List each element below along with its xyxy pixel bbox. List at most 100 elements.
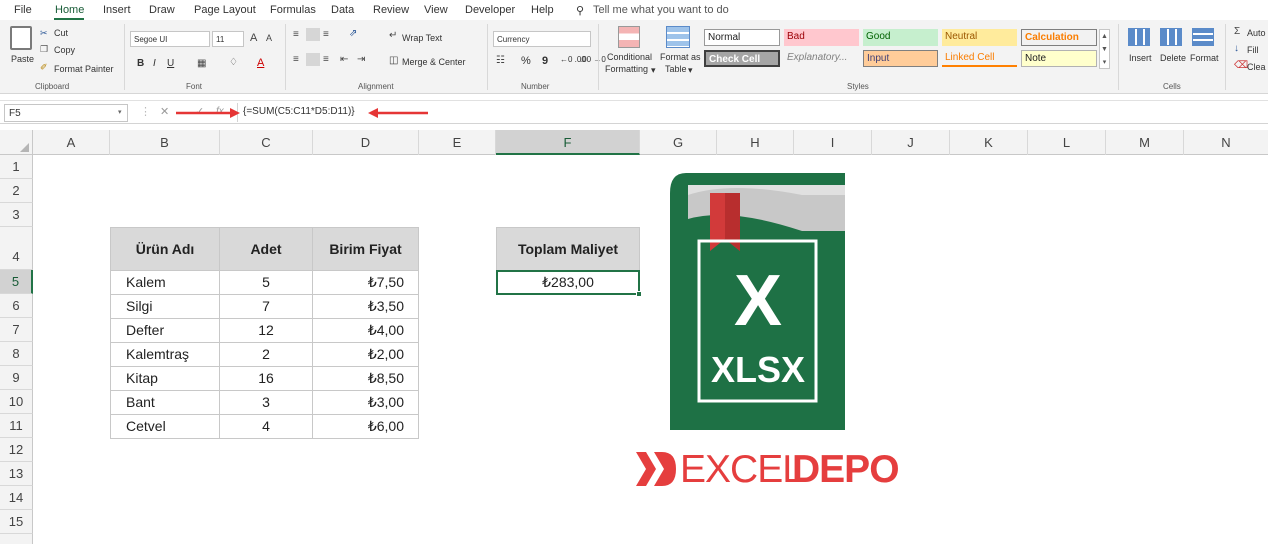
- table-cell-d5[interactable]: ₺7,50: [312, 270, 419, 295]
- cancel-icon[interactable]: ✕: [160, 105, 169, 118]
- align-middle-icon[interactable]: [306, 28, 320, 41]
- bold-button[interactable]: B: [137, 58, 144, 69]
- column-header-l[interactable]: L: [1028, 130, 1106, 155]
- style-calculation[interactable]: Calculation: [1021, 29, 1097, 46]
- style-neutral[interactable]: Neutral: [942, 29, 1017, 46]
- table-cell-c5[interactable]: 5: [219, 270, 313, 295]
- orientation-icon[interactable]: ⇗: [349, 28, 357, 39]
- table-cell-b7[interactable]: Defter: [110, 318, 220, 343]
- row-header-8[interactable]: 8: [0, 342, 33, 366]
- font-name-select[interactable]: Segoe UI: [130, 31, 210, 47]
- fill-handle[interactable]: [636, 291, 642, 297]
- number-format-select[interactable]: Currency: [493, 31, 591, 47]
- table-cell-c7[interactable]: 12: [219, 318, 313, 343]
- tab-formulas[interactable]: Formulas: [270, 4, 316, 16]
- column-header-e[interactable]: E: [419, 130, 496, 155]
- tab-data[interactable]: Data: [331, 4, 354, 16]
- table-cell-d9[interactable]: ₺8,50: [312, 366, 419, 391]
- table-cell-d6[interactable]: ₺3,50: [312, 294, 419, 319]
- accounting-format-icon[interactable]: ☷: [496, 55, 505, 66]
- column-header-n[interactable]: N: [1184, 130, 1268, 155]
- tab-draw[interactable]: Draw: [149, 4, 175, 16]
- format-button[interactable]: Format: [1190, 53, 1219, 63]
- row-header-7[interactable]: 7: [0, 318, 33, 342]
- fill-color-icon[interactable]: ♢: [229, 57, 238, 68]
- format-as-table-label-2[interactable]: Table: [665, 64, 687, 74]
- table-cell-b8[interactable]: Kalemtraş: [110, 342, 220, 367]
- style-normal[interactable]: Normal: [704, 29, 780, 46]
- paste-icon[interactable]: [10, 26, 32, 50]
- column-header-i[interactable]: I: [794, 130, 872, 155]
- align-left-icon[interactable]: ≡: [293, 54, 299, 65]
- table-cell-c8[interactable]: 2: [219, 342, 313, 367]
- wrap-text-button[interactable]: Wrap Text: [402, 33, 442, 43]
- autosum-button[interactable]: Auto: [1247, 28, 1266, 38]
- decrease-indent-icon[interactable]: ⇤: [340, 54, 348, 65]
- tab-home[interactable]: Home: [55, 4, 84, 16]
- clear-button[interactable]: Clea: [1247, 62, 1266, 72]
- align-top-icon[interactable]: ≡: [293, 29, 299, 40]
- italic-button[interactable]: I: [153, 58, 156, 69]
- style-bad[interactable]: Bad: [784, 29, 859, 46]
- style-linked-cell[interactable]: Linked Cell: [942, 50, 1017, 67]
- column-header-h[interactable]: H: [717, 130, 794, 155]
- table-header-urun-adi[interactable]: Ürün Adı: [110, 227, 220, 271]
- table-cell-d8[interactable]: ₺2,00: [312, 342, 419, 367]
- comma-button[interactable]: 9: [542, 55, 548, 67]
- style-note[interactable]: Note: [1021, 50, 1097, 67]
- table-cell-b5[interactable]: Kalem: [110, 270, 220, 295]
- percent-button[interactable]: %: [521, 55, 531, 67]
- font-size-select[interactable]: 11: [212, 31, 244, 47]
- styles-scroll-icon[interactable]: ▲ ▼ ▾: [1099, 29, 1110, 69]
- table-header-adet[interactable]: Adet: [219, 227, 313, 271]
- column-header-g[interactable]: G: [640, 130, 717, 155]
- column-header-c[interactable]: C: [220, 130, 313, 155]
- table-cell-c11[interactable]: 4: [219, 414, 313, 439]
- borders-icon[interactable]: ▦: [197, 58, 206, 69]
- column-header-d[interactable]: D: [313, 130, 419, 155]
- align-right-icon[interactable]: ≡: [323, 54, 329, 65]
- tell-me-search[interactable]: Tell me what you want to do: [593, 4, 729, 16]
- row-header-15[interactable]: 15: [0, 510, 33, 534]
- row-header-16[interactable]: [0, 534, 33, 544]
- column-header-k[interactable]: K: [950, 130, 1028, 155]
- insert-button[interactable]: Insert: [1129, 53, 1152, 63]
- column-header-a[interactable]: A: [33, 130, 110, 155]
- row-header-2[interactable]: 2: [0, 179, 33, 203]
- row-header-4[interactable]: 4: [0, 227, 33, 270]
- row-header-9[interactable]: 9: [0, 366, 33, 390]
- underline-button[interactable]: U: [167, 58, 174, 69]
- conditional-formatting-label-2[interactable]: Formatting: [605, 64, 648, 74]
- row-header-5[interactable]: 5: [0, 270, 33, 294]
- name-box[interactable]: F5: [4, 104, 128, 122]
- table-cell-d7[interactable]: ₺4,00: [312, 318, 419, 343]
- style-check-cell[interactable]: Check Cell: [704, 50, 780, 67]
- tab-file[interactable]: File: [14, 4, 32, 16]
- result-header[interactable]: Toplam Maliyet: [496, 227, 640, 271]
- shrink-font-icon[interactable]: A: [266, 33, 272, 43]
- table-cell-b6[interactable]: Silgi: [110, 294, 220, 319]
- fill-button[interactable]: Fill: [1247, 45, 1259, 55]
- increase-indent-icon[interactable]: ⇥: [357, 54, 365, 65]
- tab-page-layout[interactable]: Page Layout: [194, 4, 256, 16]
- copy-button[interactable]: Copy: [54, 45, 75, 55]
- table-header-birim-fiyat[interactable]: Birim Fiyat: [312, 227, 419, 271]
- table-cell-b10[interactable]: Bant: [110, 390, 220, 415]
- result-cell-f5[interactable]: ₺283,00: [496, 270, 640, 295]
- style-input[interactable]: Input: [863, 50, 938, 67]
- row-header-11[interactable]: 11: [0, 414, 33, 438]
- column-header-m[interactable]: M: [1106, 130, 1184, 155]
- column-header-f[interactable]: F: [496, 130, 640, 155]
- align-bottom-icon[interactable]: ≡: [323, 29, 329, 40]
- format-as-table-label[interactable]: Format as: [660, 52, 701, 62]
- font-color-icon[interactable]: A: [257, 57, 264, 69]
- table-cell-c10[interactable]: 3: [219, 390, 313, 415]
- select-all-corner[interactable]: [0, 130, 33, 155]
- tab-insert[interactable]: Insert: [103, 4, 131, 16]
- row-header-12[interactable]: 12: [0, 438, 33, 462]
- tab-view[interactable]: View: [424, 4, 448, 16]
- delete-button[interactable]: Delete: [1160, 53, 1186, 63]
- table-cell-d11[interactable]: ₺6,00: [312, 414, 419, 439]
- align-center-icon[interactable]: [306, 53, 320, 66]
- paste-button[interactable]: Paste: [11, 54, 34, 64]
